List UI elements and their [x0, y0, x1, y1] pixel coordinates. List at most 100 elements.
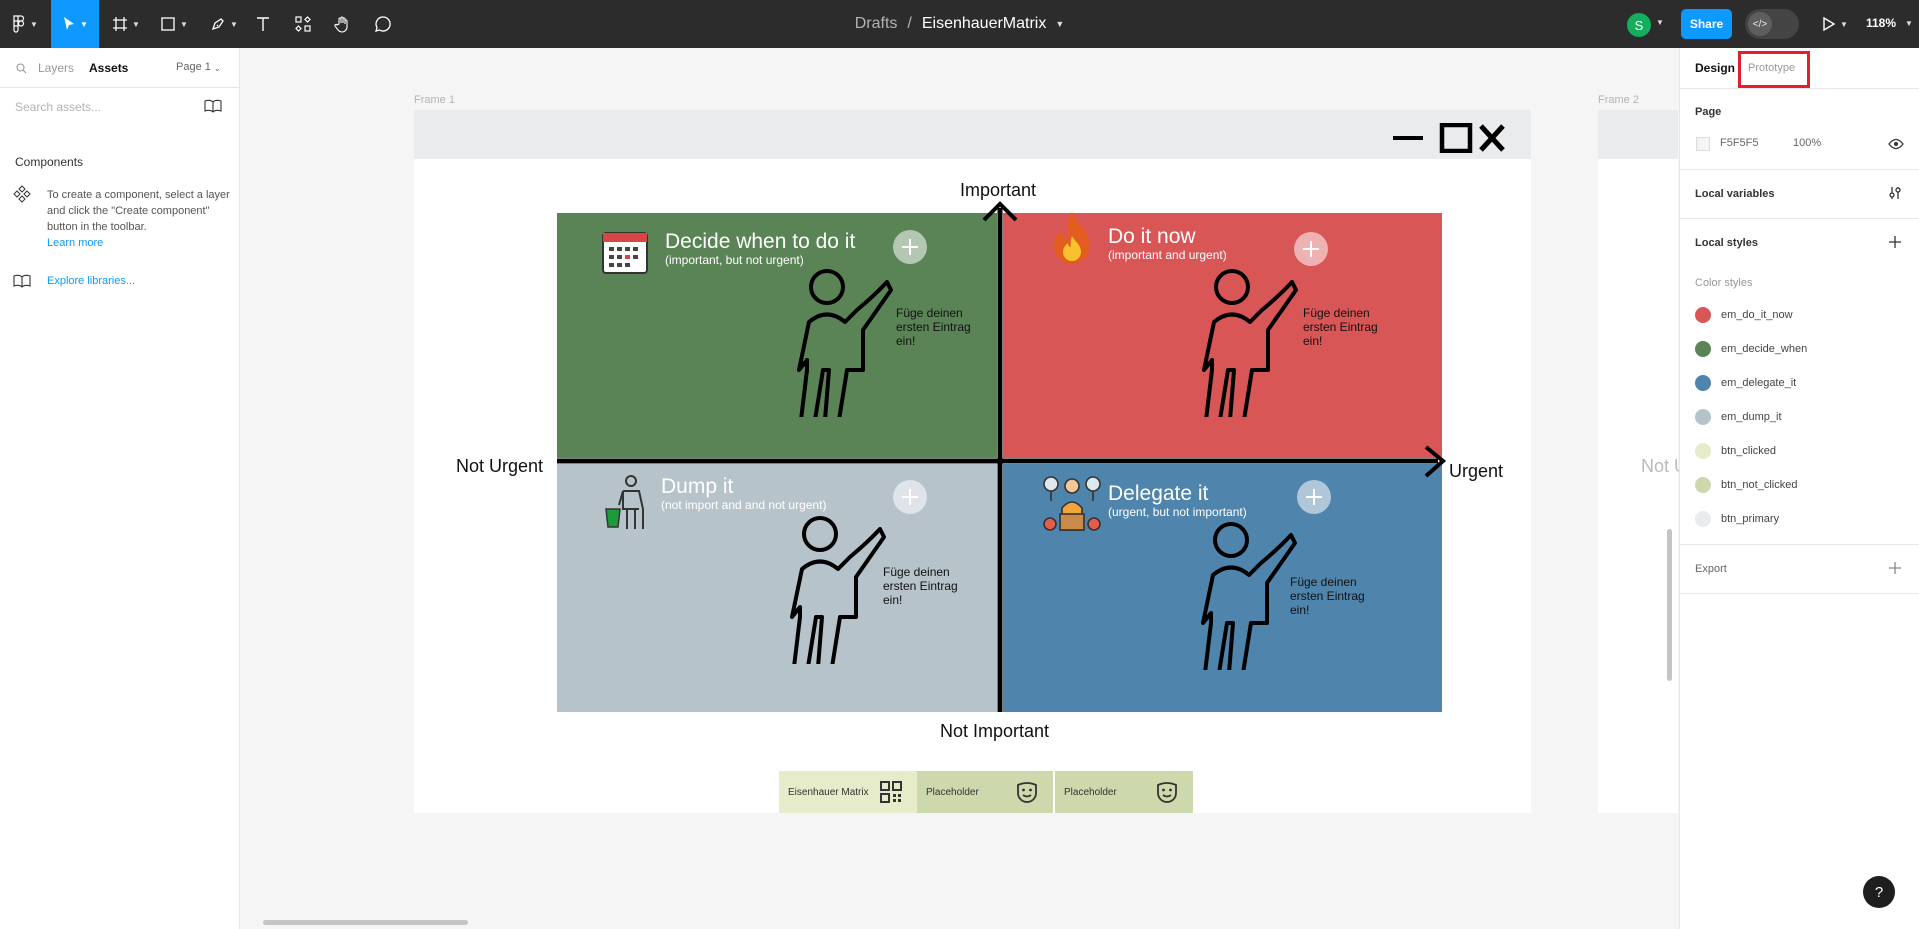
footer-tab-label: Eisenhauer Matrix	[788, 786, 869, 798]
footer-tab-label: Placeholder	[926, 786, 979, 798]
left-panel-tabs: Layers Assets Page 1 ⌄	[0, 48, 239, 88]
entry-placeholder[interactable]: Füge deinen ersten Eintrag ein!	[1290, 575, 1385, 617]
add-entry-button[interactable]	[893, 230, 927, 264]
breadcrumb-separator: /	[907, 15, 912, 32]
page-color-swatch[interactable]	[1696, 137, 1710, 151]
add-entry-button[interactable]	[1294, 232, 1328, 266]
visibility-eye-icon[interactable]	[1888, 138, 1904, 150]
add-entry-button[interactable]	[893, 480, 927, 514]
color-swatch	[1695, 511, 1711, 527]
quadrant-title: Dump it	[661, 475, 734, 498]
footer-tab-bar: Eisenhauer Matrix Placeholder Placeholde…	[779, 771, 1193, 813]
color-style-name: btn_not_clicked	[1721, 479, 1798, 491]
user-avatar[interactable]: S	[1627, 13, 1651, 37]
divider	[1680, 169, 1919, 170]
footer-tab-placeholder-1[interactable]: Placeholder	[917, 771, 1053, 813]
tab-layers[interactable]: Layers	[38, 61, 74, 75]
tab-design[interactable]: Design	[1695, 61, 1735, 75]
divider	[1680, 88, 1919, 89]
share-button[interactable]: Share	[1681, 9, 1732, 39]
quadrant-title: Do it now	[1108, 225, 1196, 248]
footer-tab-placeholder-2[interactable]: Placeholder	[1055, 771, 1193, 813]
quadrant-title: Decide when to do it	[665, 230, 856, 253]
main-menu-button[interactable]: ▼	[8, 0, 42, 48]
color-style-name: em_dump_it	[1721, 411, 1782, 423]
horizontal-scrollbar[interactable]	[263, 920, 468, 925]
variables-settings-icon[interactable]	[1887, 185, 1903, 201]
zoom-chevron-icon[interactable]: ▼	[1905, 19, 1913, 28]
frame2[interactable]: Not U	[1598, 110, 1687, 813]
quadrant-subtitle: (urgent, but not important)	[1108, 505, 1247, 519]
avatar-chevron-icon[interactable]: ▼	[1656, 18, 1664, 27]
shape-tool-button[interactable]: ▼	[156, 0, 192, 48]
move-tool-button[interactable]: ▼	[51, 0, 99, 48]
prototype-highlight-box	[1738, 51, 1810, 88]
present-button[interactable]: ▼	[1822, 13, 1850, 35]
add-style-icon[interactable]	[1889, 236, 1901, 248]
frame2-label[interactable]: Frame 2	[1598, 94, 1639, 106]
delegate-team-icon	[1043, 476, 1101, 531]
file-menu-chevron-icon[interactable]: ▼	[1055, 19, 1064, 29]
learn-more-link[interactable]: Learn more	[47, 235, 232, 251]
pointer-icon	[64, 17, 75, 30]
add-entry-button[interactable]	[1297, 480, 1331, 514]
qr-code-icon	[880, 781, 902, 803]
tab-assets[interactable]: Assets	[89, 61, 128, 75]
color-style-name: em_do_it_now	[1721, 309, 1793, 321]
color-style-item[interactable]: em_do_it_now	[1695, 305, 1793, 325]
add-export-icon[interactable]	[1889, 562, 1901, 574]
file-name[interactable]: EisenhauerMatrix	[922, 15, 1047, 33]
text-tool-button[interactable]	[252, 0, 274, 48]
color-style-item[interactable]: btn_clicked	[1695, 441, 1776, 461]
comment-icon	[375, 16, 391, 32]
vertical-scrollbar[interactable]	[1667, 529, 1672, 681]
page-opacity-value[interactable]: 100%	[1793, 137, 1821, 149]
frame1-label[interactable]: Frame 1	[414, 94, 455, 106]
color-style-name: btn_clicked	[1721, 445, 1777, 457]
person-waving-icon	[1201, 522, 1297, 670]
person-waving-icon	[1202, 269, 1298, 417]
text-icon	[257, 17, 269, 31]
search-icon	[16, 63, 27, 74]
color-swatch	[1695, 443, 1711, 459]
export-heading[interactable]: Export	[1695, 563, 1727, 575]
explore-libraries-link[interactable]: Explore libraries...	[47, 275, 135, 287]
color-style-item[interactable]: btn_not_clicked	[1695, 475, 1797, 495]
calendar-icon	[602, 232, 648, 274]
entry-placeholder[interactable]: Füge deinen ersten Eintrag ein!	[1303, 306, 1398, 348]
resources-button[interactable]	[292, 0, 314, 48]
color-style-item[interactable]: em_decide_when	[1695, 339, 1807, 359]
hand-icon	[334, 16, 348, 33]
color-style-name: em_delegate_it	[1721, 377, 1797, 389]
page-chevron-icon[interactable]: ⌄	[214, 64, 221, 73]
page-heading: Page	[1695, 106, 1722, 118]
dev-mode-toggle[interactable]: </>	[1745, 9, 1799, 39]
hand-tool-button[interactable]	[332, 0, 354, 48]
search-assets-input[interactable]: Search assets...	[15, 100, 101, 114]
entry-placeholder[interactable]: Füge deinen ersten Eintrag ein!	[896, 306, 991, 348]
trash-person-icon	[605, 475, 644, 529]
rectangle-icon	[161, 17, 175, 31]
divider	[1680, 544, 1919, 545]
divider	[1680, 218, 1919, 219]
play-icon	[1823, 16, 1836, 32]
page-selector[interactable]: Page 1	[176, 61, 211, 73]
color-style-item[interactable]: em_delegate_it	[1695, 373, 1796, 393]
axis-label-not-urgent: Not Urgent	[456, 456, 544, 476]
page-color-value[interactable]: F5F5F5	[1720, 137, 1759, 149]
breadcrumb-drafts[interactable]: Drafts	[855, 15, 898, 33]
color-style-item[interactable]: btn_primary	[1695, 509, 1779, 529]
help-button[interactable]: ?	[1863, 876, 1895, 908]
color-style-item[interactable]: em_dump_it	[1695, 407, 1782, 427]
frame1[interactable]: Important Not Important Not Urgent Urgen…	[414, 110, 1531, 813]
footer-tab-eisenhauer[interactable]: Eisenhauer Matrix	[779, 771, 917, 813]
entry-placeholder[interactable]: Füge deinen ersten Eintrag ein!	[883, 565, 978, 607]
fire-icon	[1054, 212, 1090, 264]
local-variables-heading[interactable]: Local variables	[1695, 188, 1775, 200]
frame-tool-button[interactable]: ▼	[108, 0, 144, 48]
pen-tool-button[interactable]: ▼	[206, 0, 242, 48]
footer-tab-label: Placeholder	[1064, 786, 1117, 798]
zoom-level[interactable]: 118%	[1866, 16, 1896, 30]
library-book-icon[interactable]	[204, 99, 222, 113]
comment-tool-button[interactable]	[372, 0, 394, 48]
